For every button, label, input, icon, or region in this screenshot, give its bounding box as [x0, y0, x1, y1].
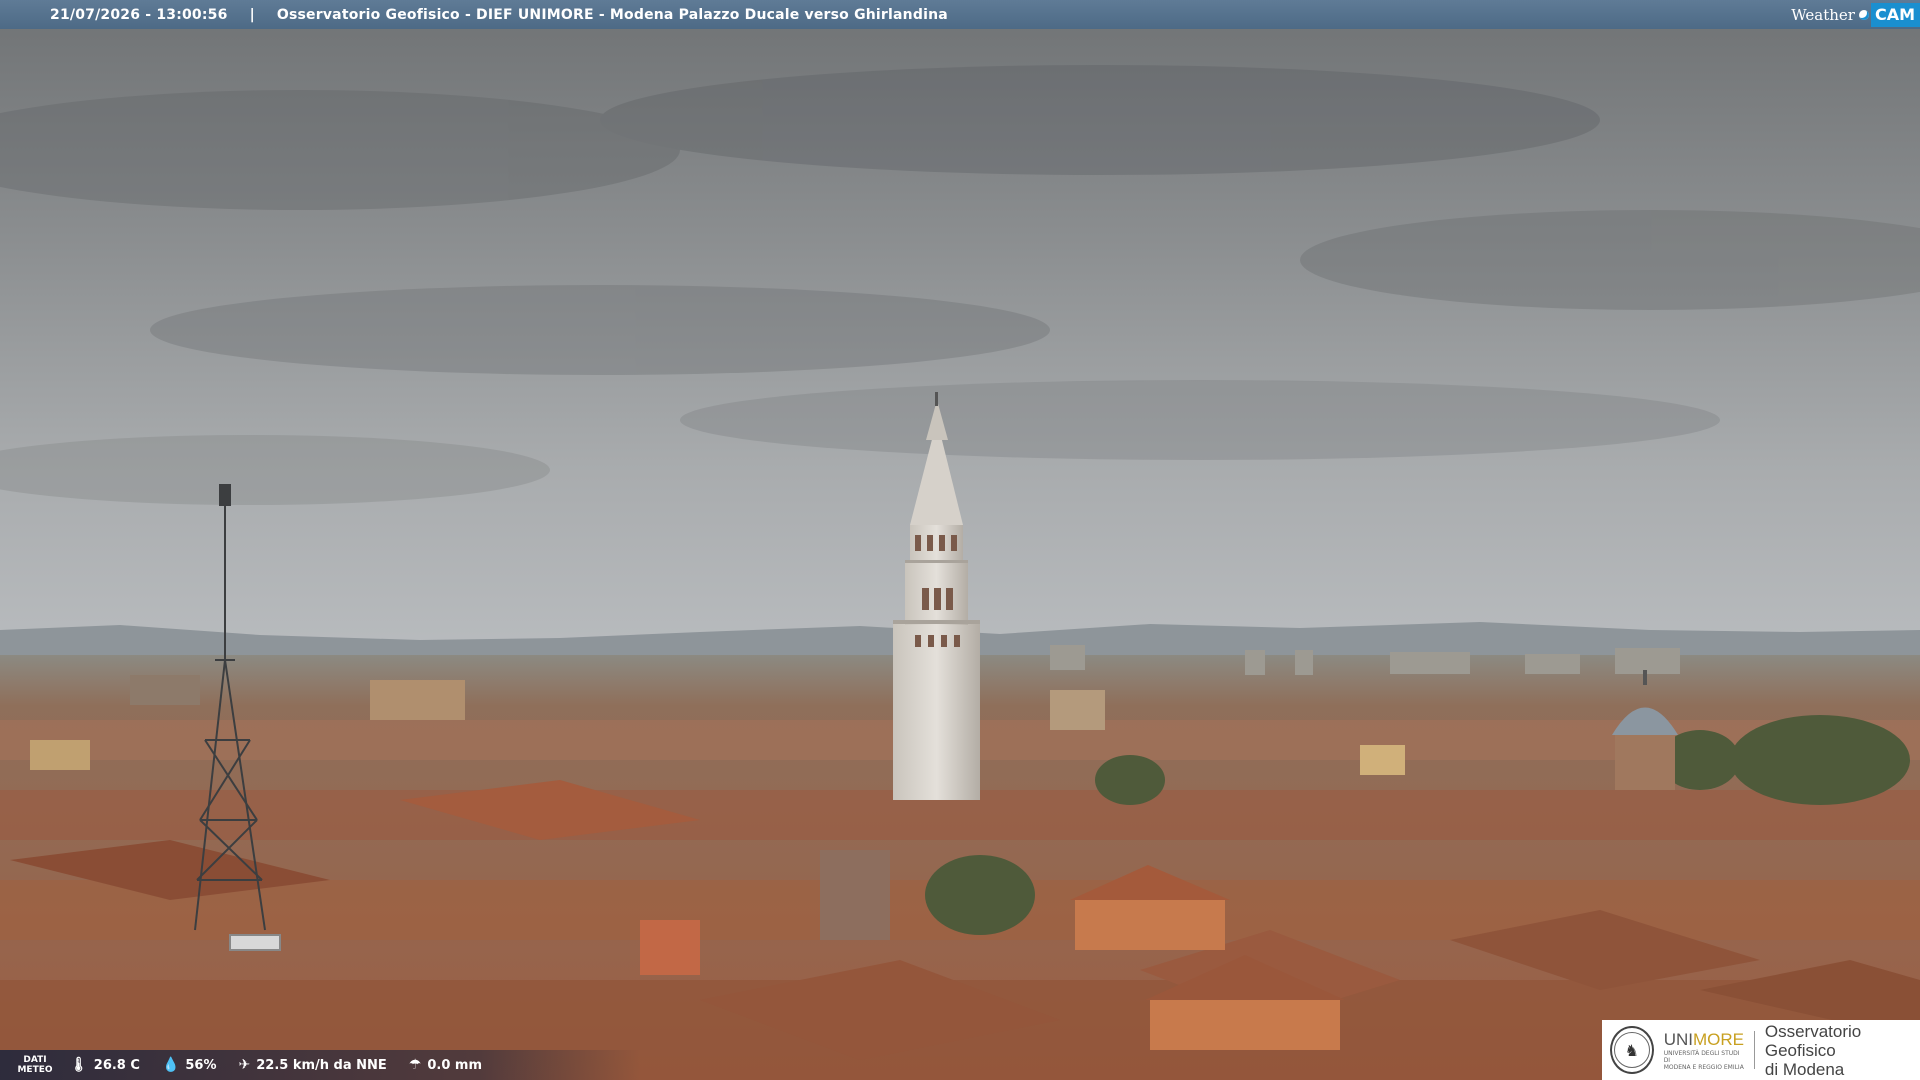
- webcam-scene: [0, 0, 1920, 1080]
- drop-icon: 💧: [161, 1057, 180, 1073]
- timestamp: 21/07/2026 - 13:00:56: [50, 6, 228, 23]
- temperature-reading: 🌡 26.8 C: [70, 1057, 140, 1073]
- logo-divider: [1753, 1031, 1755, 1069]
- weathercam-dot-icon: [1858, 9, 1869, 20]
- unimore-brand: UNIMORE UNIVERSITÀ DEGLI STUDI DI MODENA…: [1664, 1030, 1744, 1071]
- seal-emblem-icon: ♞: [1613, 1032, 1650, 1068]
- observatory-name: Osservatorio Geofisico di Modena: [1764, 1021, 1862, 1079]
- rain-reading: ☂ 0.0 mm: [409, 1057, 482, 1073]
- unimore-logo-panel[interactable]: ♞ UNIMORE UNIVERSITÀ DEGLI STUDI DI MODE…: [1602, 1020, 1920, 1080]
- brand-uni: UNI: [1663, 1029, 1693, 1049]
- wind-icon: ✈: [238, 1057, 251, 1073]
- rain-icon: ☂: [408, 1057, 422, 1073]
- brand-more: MORE: [1692, 1029, 1744, 1049]
- top-info-bar: 21/07/2026 - 13:00:56 | Osservatorio Geo…: [0, 0, 1920, 29]
- university-seal-icon: ♞: [1610, 1026, 1654, 1074]
- camera-title: Osservatorio Geofisico - DIEF UNIMORE - …: [276, 6, 948, 23]
- unimore-subtitle-2: MODENA E REGGIO EMILIA: [1663, 1063, 1744, 1071]
- wind-value: 22.5 km/h da NNE: [256, 1057, 387, 1073]
- rain-value: 0.0 mm: [427, 1057, 483, 1073]
- weathercam-logo[interactable]: Weather CAM: [1791, 0, 1920, 29]
- separator: |: [249, 6, 255, 23]
- meteo-label: DATI METEO: [17, 1055, 53, 1075]
- unimore-subtitle-1: UNIVERSITÀ DEGLI STUDI DI: [1663, 1049, 1740, 1064]
- temperature-value: 26.8 C: [93, 1057, 140, 1073]
- humidity-value: 56%: [185, 1057, 217, 1073]
- meteo-data-bar: DATI METEO 🌡 26.8 C 💧 56% ✈ 22.5 km/h da…: [0, 1050, 640, 1080]
- thermometer-icon: 🌡: [70, 1057, 88, 1073]
- cam-text: CAM: [1870, 2, 1920, 27]
- humidity-reading: 💧 56%: [162, 1057, 217, 1073]
- weather-text: Weather: [1791, 5, 1855, 24]
- wind-reading: ✈ 22.5 km/h da NNE: [239, 1057, 387, 1073]
